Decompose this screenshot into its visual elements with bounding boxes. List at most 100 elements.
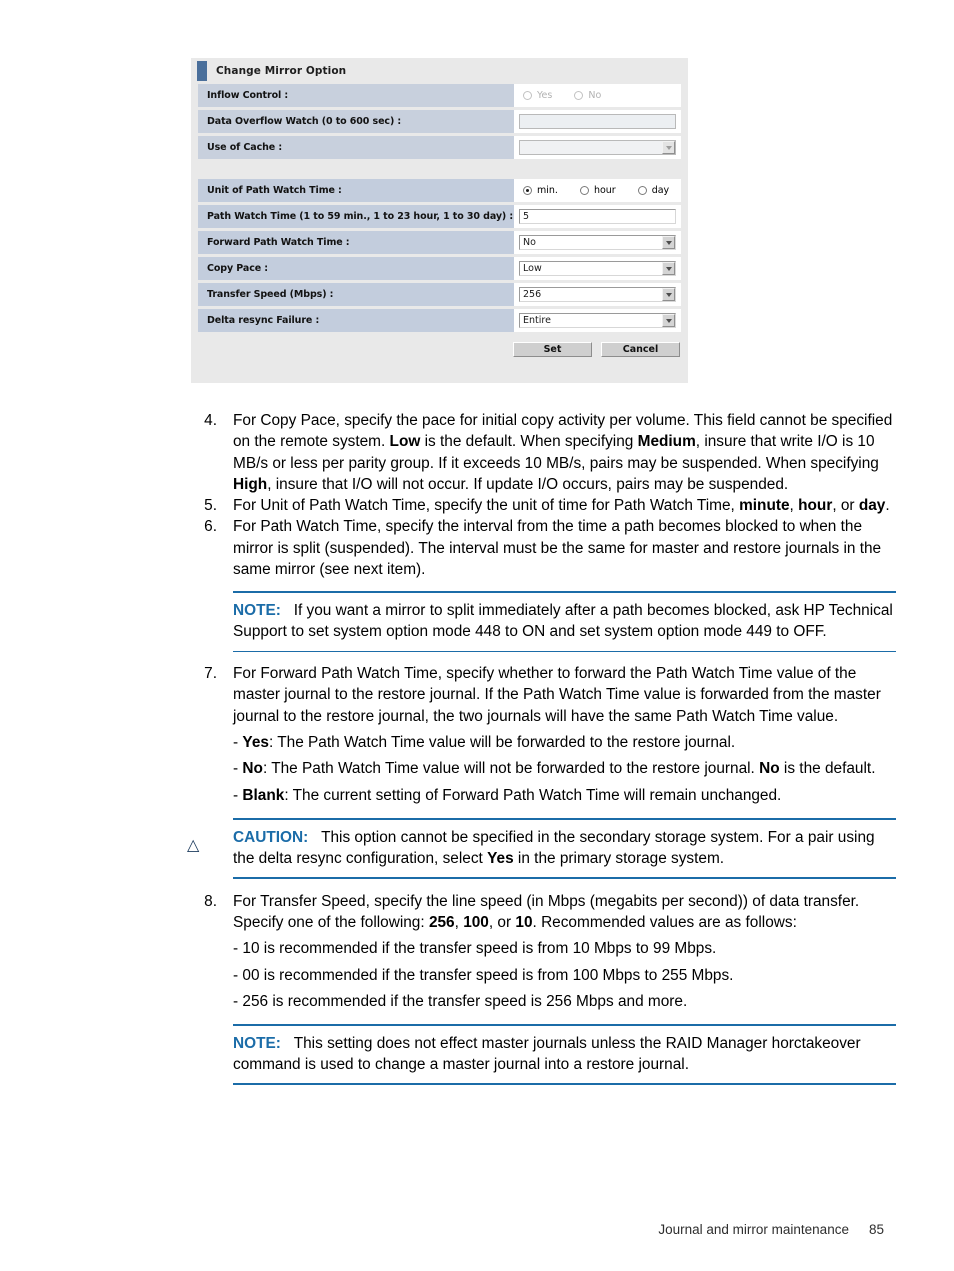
list-item-7: 7. For Forward Path Watch Time, specify w… — [191, 663, 896, 727]
page-footer: Journal and mirror maintenance 85 — [0, 1222, 954, 1237]
field-control-inflow-control: Yes No — [514, 84, 681, 107]
dialog-fields: Inflow Control : Yes No Data Overflow Wa… — [191, 84, 688, 332]
caution-text: This option cannot be specified in the s… — [233, 828, 875, 867]
list-item-8-text: For Transfer Speed, specify the line spe… — [233, 892, 860, 932]
note-text: If you want a mirror to split immediatel… — [233, 601, 893, 641]
list-number: 4. — [204, 412, 217, 429]
caution-body: CAUTION: This option cannot be specified… — [233, 820, 896, 878]
change-mirror-option-dialog: Change Mirror Option Inflow Control : Ye… — [191, 58, 688, 383]
list-item-8-sub-3: - 256 is recommended if the transfer spe… — [233, 992, 688, 1010]
radio-inflow-no[interactable]: No — [574, 90, 601, 101]
field-row-path-watch-time: Path Watch Time (1 to 59 min., 1 to 23 h… — [198, 205, 681, 228]
list-item-8: 8. For Transfer Speed, specify the line s… — [191, 891, 896, 934]
field-label-delta-resync-failure: Delta resync Failure : — [198, 309, 514, 332]
note-rule-bottom — [233, 650, 896, 653]
list-item-8-sub-2: - 00 is recommended if the transfer spee… — [233, 966, 734, 984]
list-item-7-text: For Forward Path Watch Time, specify whe… — [233, 665, 881, 725]
transfer-speed-select[interactable]: 256 — [519, 287, 676, 302]
chevron-down-icon[interactable] — [662, 262, 675, 275]
list-item-7-sub-blank: - Blank: The current setting of Forward … — [233, 786, 782, 804]
list-item-7-sub-yes: - Yes: The Path Watch Time value will be… — [233, 734, 736, 752]
note-text: This setting does not effect master jour… — [233, 1034, 861, 1074]
note-block-2: NOTE: This setting does not effect maste… — [233, 1024, 896, 1085]
chevron-down-icon[interactable] — [662, 141, 675, 154]
note-body-1: NOTE: If you want a mirror to split imme… — [233, 593, 896, 651]
field-label-use-of-cache: Use of Cache : — [198, 136, 514, 159]
field-row-copy-pace: Copy Pace : Low — [198, 257, 681, 280]
path-watch-time-input[interactable]: 5 — [519, 209, 676, 224]
field-row-data-overflow-watch: Data Overflow Watch (0 to 600 sec) : — [198, 110, 681, 133]
list-item-6-text: For Path Watch Time, specify the interva… — [233, 518, 882, 579]
radio-label: min. — [537, 185, 558, 196]
field-control-use-of-cache — [514, 136, 681, 159]
list-item-4-text: For Copy Pace, specify the pace for init… — [233, 412, 893, 493]
list-item-4: 4. For Copy Pace, specify the pace for in… — [191, 410, 896, 495]
footer-chapter: Journal and mirror maintenance — [658, 1222, 849, 1237]
radio-label: hour — [593, 185, 616, 196]
field-label-inflow-control: Inflow Control : — [198, 84, 514, 107]
field-label-unit-of-path-watch-time: Unit of Path Watch Time : — [198, 179, 514, 202]
inflow-control-radio-group[interactable]: Yes No — [519, 90, 601, 101]
caution-block: △ CAUTION: This option cannot be specifi… — [187, 817, 896, 879]
field-control-unit-of-path-watch-time: min. hour day — [514, 179, 681, 202]
delta-resync-failure-value: Entire — [523, 315, 551, 326]
field-row-inflow-control: Inflow Control : Yes No — [198, 84, 681, 107]
list-item-5-text: For Unit of Path Watch Time, specify the… — [233, 497, 890, 515]
field-control-delta-resync-failure: Entire — [514, 309, 681, 332]
list-number: 5. — [204, 497, 217, 515]
radio-dot-icon — [523, 91, 532, 100]
use-of-cache-select[interactable] — [519, 140, 676, 155]
caution-rule-bottom — [233, 877, 896, 879]
chevron-down-icon[interactable] — [662, 288, 675, 301]
field-row-use-of-cache: Use of Cache : — [198, 136, 681, 159]
list-item-6: 6. For Path Watch Time, specify the inter… — [191, 516, 896, 580]
field-label-copy-pace: Copy Pace : — [198, 257, 514, 280]
field-label-transfer-speed: Transfer Speed (Mbps) : — [198, 283, 514, 306]
field-row-transfer-speed: Transfer Speed (Mbps) : 256 — [198, 283, 681, 306]
list-item-7-sub-no: - No: The Path Watch Time value will not… — [233, 760, 876, 778]
radio-unit-day[interactable]: day — [637, 185, 670, 196]
radio-dot-icon — [637, 186, 647, 195]
radio-dot-icon — [523, 186, 532, 195]
radio-label: No — [588, 90, 602, 101]
copy-pace-value: Low — [523, 263, 542, 274]
dialog-button-bar: Set Cancel — [191, 335, 688, 357]
note-body-2: NOTE: This setting does not effect maste… — [233, 1026, 896, 1084]
document-body: 4. For Copy Pace, specify the pace for in… — [187, 410, 896, 1085]
cancel-button[interactable]: Cancel — [601, 342, 680, 357]
forward-path-watch-time-select[interactable]: No — [519, 235, 676, 250]
radio-label: day — [651, 185, 670, 196]
delta-resync-failure-select[interactable]: Entire — [519, 313, 676, 328]
caution-keyword: CAUTION: — [233, 828, 309, 846]
note-keyword: NOTE: — [233, 601, 281, 619]
radio-unit-min[interactable]: min. — [523, 185, 558, 196]
chevron-down-icon[interactable] — [662, 314, 675, 327]
copy-pace-select[interactable]: Low — [519, 261, 676, 276]
footer-page-number: 85 — [868, 1222, 884, 1237]
note-block-1: NOTE: If you want a mirror to split imme… — [233, 591, 896, 653]
set-button[interactable]: Set — [513, 342, 592, 357]
list-number: 6. — [204, 518, 217, 536]
radio-label: Yes — [537, 90, 553, 101]
caution-triangle-icon: △ — [187, 834, 200, 854]
radio-dot-icon — [579, 186, 589, 195]
unit-of-path-watch-time-radio-group[interactable]: min. hour day — [519, 185, 669, 196]
radio-dot-icon — [574, 91, 584, 100]
forward-path-watch-time-value: No — [523, 237, 536, 248]
field-row-delta-resync-failure: Delta resync Failure : Entire — [198, 309, 681, 332]
field-row-forward-path-watch-time: Forward Path Watch Time : No — [198, 231, 681, 254]
field-control-data-overflow-watch — [514, 110, 681, 133]
list-number: 8. — [204, 892, 217, 910]
radio-inflow-yes[interactable]: Yes — [523, 90, 552, 101]
field-control-forward-path-watch-time: No — [514, 231, 681, 254]
field-label-data-overflow-watch: Data Overflow Watch (0 to 600 sec) : — [198, 110, 514, 133]
chevron-down-icon[interactable] — [662, 236, 675, 249]
field-control-path-watch-time: 5 — [514, 205, 681, 228]
field-row-unit-of-path-watch-time: Unit of Path Watch Time : min. hour day — [198, 179, 681, 202]
list-number: 7. — [204, 665, 217, 683]
radio-unit-hour[interactable]: hour — [579, 185, 616, 196]
field-control-transfer-speed: 256 — [514, 283, 681, 306]
field-label-forward-path-watch-time: Forward Path Watch Time : — [198, 231, 514, 254]
data-overflow-watch-input[interactable] — [519, 114, 676, 129]
